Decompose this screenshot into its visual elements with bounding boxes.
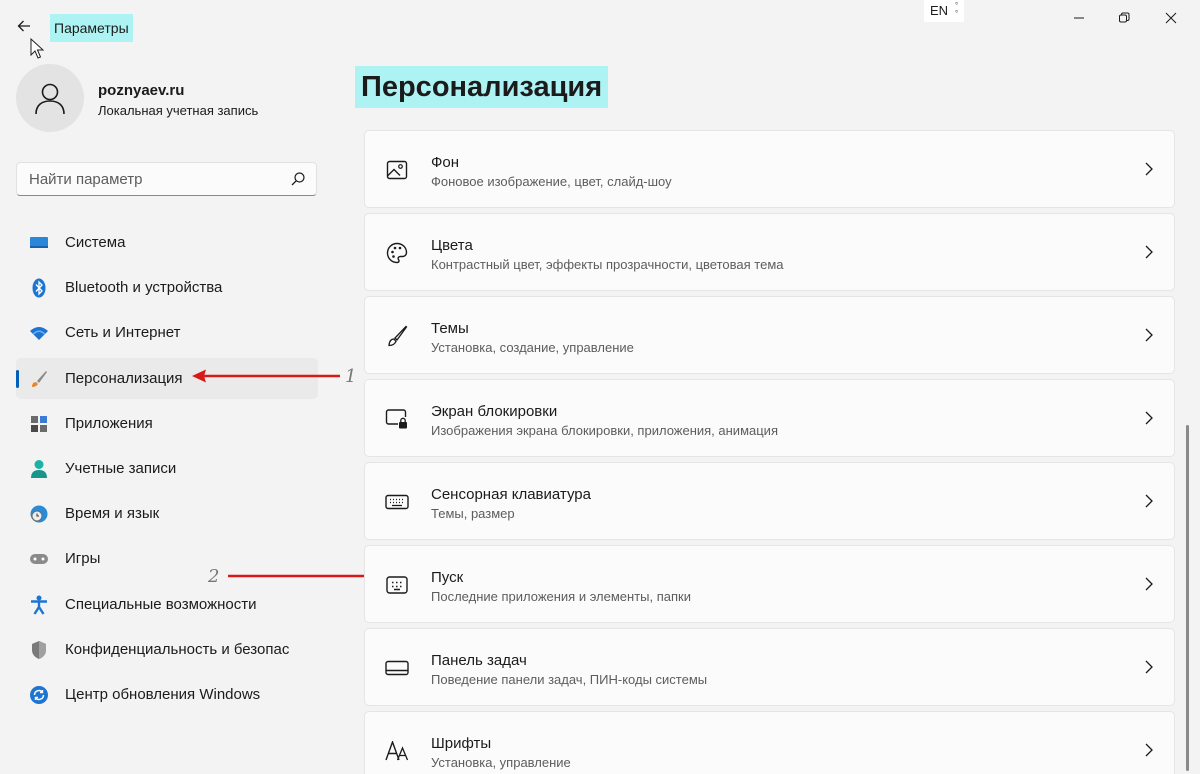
search-box[interactable] (16, 162, 317, 196)
sidebar-nav: Система Bluetooth и устройства Сеть и Ин… (16, 222, 318, 719)
annotation-arrow-1 (192, 369, 340, 383)
keyboard-icon (385, 490, 409, 514)
sidebar-item-system[interactable]: Система (16, 222, 318, 263)
sidebar-item-accounts[interactable]: Учетные записи (16, 448, 318, 489)
brush-icon (29, 369, 49, 389)
user-name: poznyaev.ru (98, 82, 185, 99)
chevron-right-icon (1145, 162, 1153, 176)
sidebar-item-accessibility[interactable]: Специальные возможности (16, 584, 318, 625)
minimize-button[interactable] (1056, 0, 1102, 36)
gamepad-icon (29, 549, 49, 569)
update-icon (29, 685, 49, 705)
sidebar-item-label: Конфиденциальность и безопас (65, 640, 290, 658)
card-themes[interactable]: Темы Установка, создание, управление (364, 296, 1175, 374)
sidebar-item-label: Система (65, 234, 126, 251)
mouse-cursor-icon (30, 38, 45, 59)
card-title: Пуск (431, 569, 464, 586)
taskbar-icon (385, 656, 409, 680)
sidebar-item-label: Сеть и Интернет (65, 324, 181, 342)
globe-clock-icon (29, 504, 49, 524)
chevron-right-icon (1145, 577, 1153, 591)
start-icon (385, 573, 409, 597)
wifi-icon (29, 323, 49, 343)
restore-button[interactable] (1101, 0, 1147, 36)
card-title: Панель задач (431, 652, 527, 669)
card-background[interactable]: Фон Фоновое изображение, цвет, слайд-шоу (364, 130, 1175, 208)
card-title: Фон (431, 154, 460, 171)
sidebar-item-time-language[interactable]: Время и язык (16, 493, 318, 534)
shield-icon (29, 640, 49, 660)
person-icon (29, 459, 49, 479)
minimize-icon (1074, 17, 1084, 19)
card-start[interactable]: Пуск Последние приложения и элементы, па… (364, 545, 1175, 623)
sidebar-item-label: Bluetooth и устройства (65, 279, 223, 297)
bluetooth-icon (29, 278, 49, 298)
chevron-right-icon (1145, 494, 1153, 508)
title-bar: Параметры EN ° ° (0, 0, 1200, 42)
palette-icon (385, 241, 409, 265)
chevron-right-icon (1145, 411, 1153, 425)
card-subtitle: Фоновое изображение, цвет, слайд-шоу (431, 174, 672, 189)
brush-icon (385, 324, 409, 348)
sidebar-item-apps[interactable]: Приложения (16, 403, 318, 444)
sidebar-item-privacy[interactable]: Конфиденциальность и безопас (16, 629, 318, 670)
card-subtitle: Установка, создание, управление (431, 340, 634, 355)
chevron-right-icon (1145, 743, 1153, 757)
sidebar-item-label: Центр обновления Windows (65, 685, 261, 703)
sidebar-item-bluetooth[interactable]: Bluetooth и устройства (16, 267, 318, 308)
sidebar-item-label: Время и язык (65, 505, 160, 523)
card-title: Сенсорная клавиатура (431, 486, 591, 503)
annotation-arrow-2 (228, 569, 382, 583)
search-input[interactable] (17, 163, 277, 195)
sidebar-item-windows-update[interactable]: Центр обновления Windows (16, 674, 318, 715)
account-type: Локальная учетная запись (98, 103, 259, 118)
chevron-right-icon (1145, 245, 1153, 259)
fonts-icon (385, 739, 409, 763)
card-fonts[interactable]: Шрифты Установка, управление (364, 711, 1175, 774)
image-icon (385, 158, 409, 182)
sidebar-item-label: Учетные записи (65, 459, 177, 477)
card-subtitle: Поведение панели задач, ПИН-коды системы (431, 672, 708, 687)
language-indicator[interactable]: EN ° ° (924, 0, 964, 22)
chevron-right-icon (1145, 660, 1153, 674)
monitor-icon (29, 233, 49, 253)
sidebar-item-network[interactable]: Сеть и Интернет (16, 312, 318, 353)
language-label: EN (930, 3, 949, 18)
settings-list: Фон Фоновое изображение, цвет, слайд-шоу… (364, 130, 1175, 774)
card-subtitle: Установка, управление (431, 755, 571, 770)
active-indicator (16, 369, 19, 388)
card-subtitle: Контрастный цвет, эффекты прозрачности, … (431, 257, 784, 272)
search-icon[interactable] (290, 171, 306, 187)
scrollbar[interactable] (1186, 425, 1189, 771)
chevron-right-icon (1145, 328, 1153, 342)
card-title: Темы (431, 320, 469, 337)
app-title: Параметры (50, 14, 133, 42)
lock-screen-icon (385, 407, 409, 431)
user-icon (35, 83, 65, 115)
card-touch-keyboard[interactable]: Сенсорная клавиатура Темы, размер (364, 462, 1175, 540)
page-title: Персонализация (355, 66, 609, 108)
annotation-number-1: 1 (345, 366, 357, 387)
avatar[interactable] (16, 64, 84, 132)
card-subtitle: Темы, размер (431, 506, 515, 521)
card-title: Шрифты (431, 735, 492, 752)
card-title: Цвета (431, 237, 473, 254)
card-subtitle: Изображения экрана блокировки, приложени… (431, 423, 778, 438)
accessibility-icon (29, 595, 49, 615)
close-button[interactable] (1148, 0, 1194, 36)
card-title: Экран блокировки (431, 403, 558, 420)
card-subtitle: Последние приложения и элементы, папки (431, 589, 691, 604)
annotation-number-2: 2 (208, 566, 220, 587)
restore-icon (1119, 12, 1130, 23)
card-lock-screen[interactable]: Экран блокировки Изображения экрана блок… (364, 379, 1175, 457)
sidebar-item-label: Специальные возможности (65, 595, 257, 613)
more-dots-icon: ° ° (955, 1, 959, 18)
card-taskbar[interactable]: Панель задач Поведение панели задач, ПИН… (364, 628, 1175, 706)
apps-icon (29, 414, 49, 434)
sidebar-item-label: Приложения (65, 414, 153, 432)
close-icon (1165, 12, 1177, 24)
card-colors[interactable]: Цвета Контрастный цвет, эффекты прозрачн… (364, 213, 1175, 291)
back-arrow-icon (17, 20, 30, 32)
